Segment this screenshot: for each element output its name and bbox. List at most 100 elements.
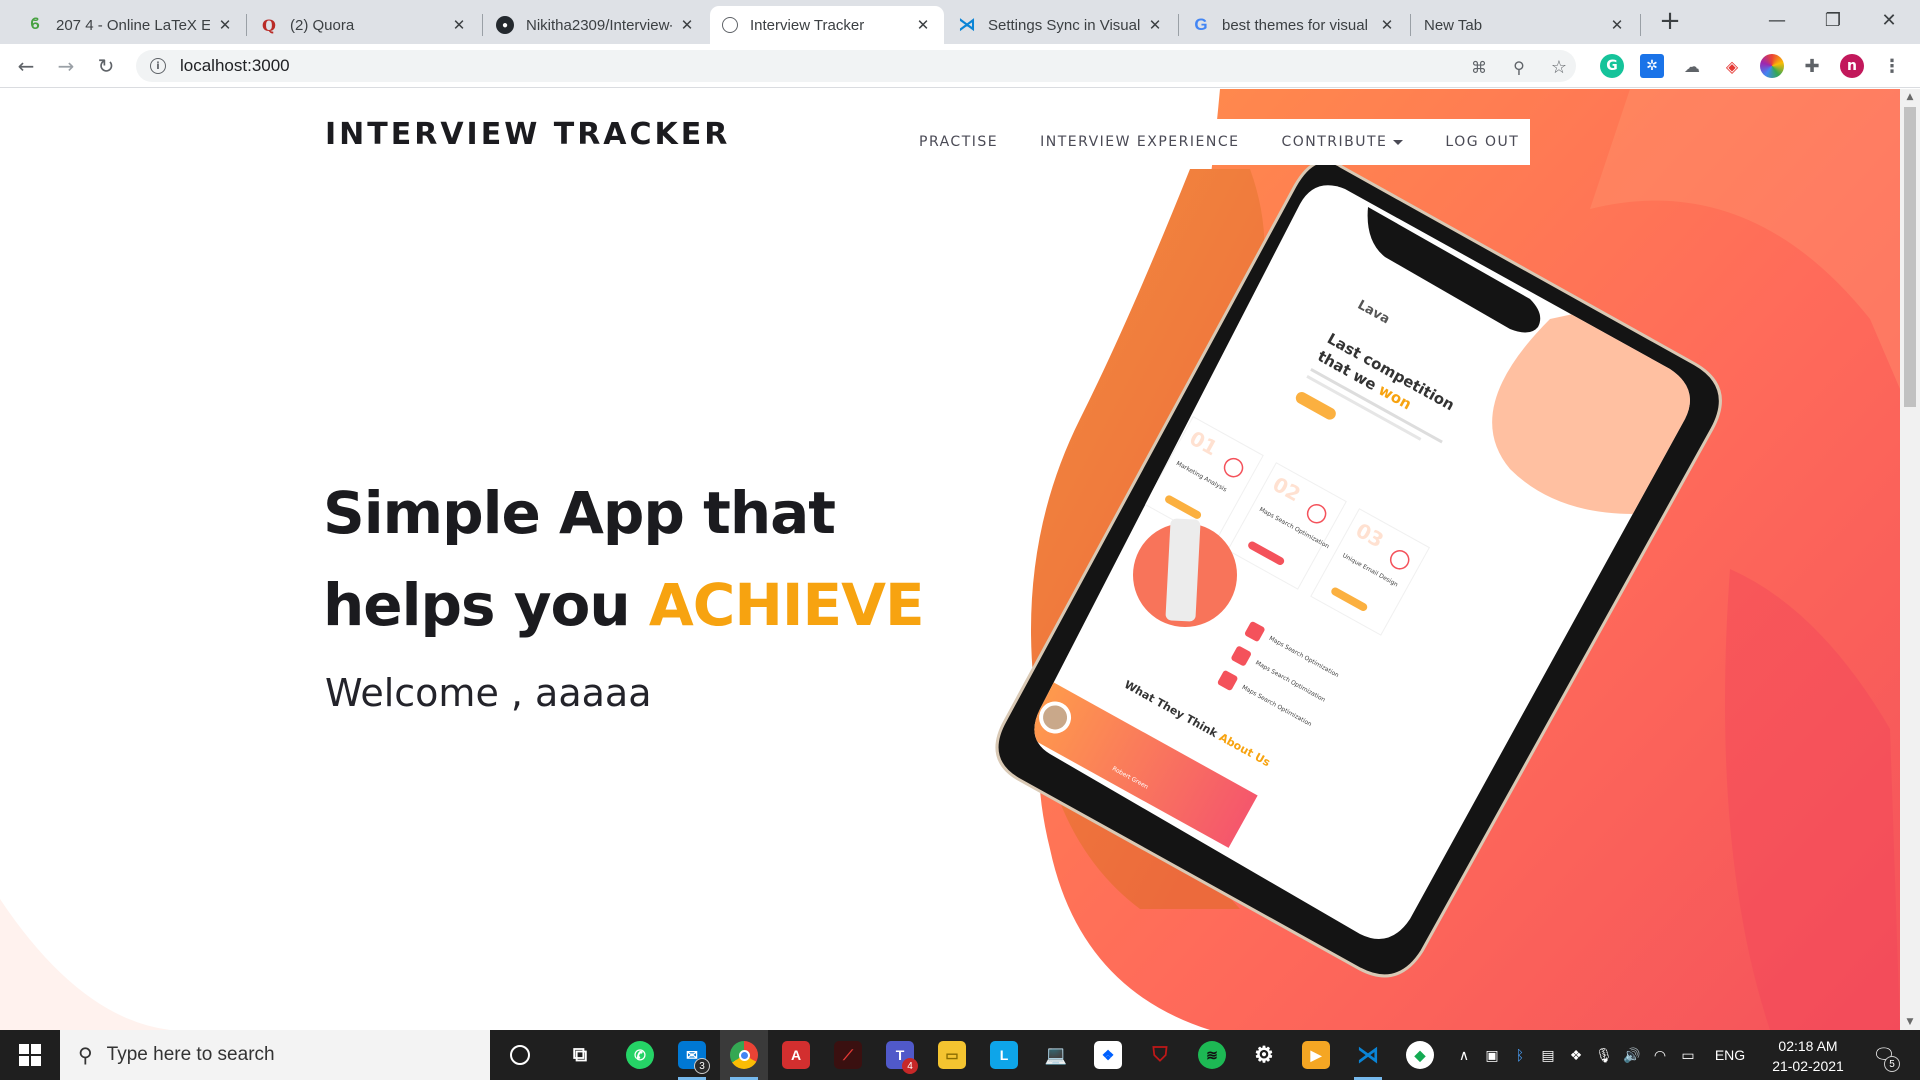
close-tab-icon[interactable]: ✕ <box>450 16 468 34</box>
bluetooth-icon[interactable]: ᛒ <box>1508 1030 1532 1080</box>
headline-line-1: Simple App that <box>323 479 836 547</box>
scrollbar-thumb[interactable] <box>1904 107 1916 407</box>
headline-prefix: helps you <box>323 571 649 639</box>
extension-puzzle-red-icon[interactable]: ◈ <box>1720 54 1744 78</box>
settings-gear-icon[interactable]: ⚙ <box>1240 1030 1288 1080</box>
whatsapp-icon[interactable]: ✆ <box>616 1030 664 1080</box>
close-tab-icon[interactable]: ✕ <box>216 16 234 34</box>
restore-icon[interactable]: ❐ <box>1810 0 1856 40</box>
site-navbar: PRACTISE INTERVIEW EXPERIENCE CONTRIBUTE… <box>898 119 1530 165</box>
hero-illustration: Lava Last competition that we won 01 02 … <box>995 89 1900 1030</box>
extension-grid-icon[interactable]: ✲ <box>1640 54 1664 78</box>
tab-separator <box>1178 14 1179 36</box>
l-app-icon[interactable]: L <box>980 1030 1028 1080</box>
welcome-message: Welcome , aaaaa <box>325 671 652 715</box>
tab-new-tab[interactable]: New Tab ✕ <box>1412 6 1638 44</box>
vscode-icon: ⋊ <box>958 15 976 34</box>
nav-log-out[interactable]: LOG OUT <box>1445 134 1519 150</box>
task-view-icon[interactable]: ⧉ <box>556 1030 604 1080</box>
notifications-icon[interactable]: 🗨 5 <box>1864 1030 1904 1080</box>
chrome-icon[interactable] <box>720 1030 768 1080</box>
language-indicator[interactable]: ENG <box>1708 1030 1752 1080</box>
close-tab-icon[interactable]: ✕ <box>678 16 696 34</box>
mail-icon[interactable]: ✉ 3 <box>668 1030 716 1080</box>
mini-phone <box>1165 518 1201 622</box>
close-window-icon[interactable]: ✕ <box>1866 0 1912 40</box>
file-explorer-icon[interactable]: ▭ <box>928 1030 976 1080</box>
mongodb-icon[interactable]: ◆ <box>1396 1030 1444 1080</box>
minimize-icon[interactable]: — <box>1754 0 1800 40</box>
battery-icon[interactable]: ▭ <box>1676 1030 1700 1080</box>
tab-separator <box>1640 14 1641 36</box>
notification-count: 5 <box>1884 1056 1900 1072</box>
wifi-icon[interactable]: ◠ <box>1648 1030 1672 1080</box>
volume-icon[interactable]: 🔊 <box>1620 1030 1644 1080</box>
tab-settings-sync[interactable]: ⋊ Settings Sync in Visual ✕ <box>946 6 1176 44</box>
clock-date: 21-02-2021 <box>1772 1058 1844 1074</box>
color-picker-icon[interactable] <box>1760 54 1784 78</box>
site-brand-logo[interactable]: INTERVIEW TRACKER <box>325 117 730 152</box>
close-tab-icon[interactable]: ✕ <box>914 16 932 34</box>
overleaf-icon: ϐ <box>30 16 40 33</box>
google-icon: G <box>1194 15 1208 34</box>
new-tab-button[interactable]: + <box>1656 6 1684 36</box>
taskbar-clock[interactable]: 02:18 AM 21-02-2021 <box>1766 1036 1850 1076</box>
page-scrollbar[interactable]: ▲ ▼ <box>1900 89 1920 1030</box>
scroll-down-icon[interactable]: ▼ <box>1900 1014 1920 1030</box>
spotify-icon[interactable]: ≋ <box>1188 1030 1236 1080</box>
headline-accent: ACHIEVE <box>648 571 925 639</box>
close-tab-icon[interactable]: ✕ <box>1378 16 1396 34</box>
tab-overleaf[interactable]: ϐ 207 4 - Online LaTeX Ed ✕ <box>14 6 246 44</box>
reload-icon[interactable]: ↻ <box>90 50 122 82</box>
tab-interview-tracker[interactable]: Interview Tracker ✕ <box>710 6 944 44</box>
address-bar[interactable]: i localhost:3000 ⌘ ⚲ ☆ <box>136 50 1576 82</box>
back-arrow-icon[interactable]: ← <box>10 50 42 82</box>
tab-separator <box>482 14 483 36</box>
profile-avatar[interactable]: n <box>1840 54 1864 78</box>
teams-badge: 4 <box>902 1058 918 1074</box>
extensions-puzzle-icon[interactable]: ✚ <box>1800 54 1824 78</box>
store-laptop-icon[interactable]: 💻 <box>1032 1030 1080 1080</box>
dropbox-tray-icon[interactable]: ❖ <box>1564 1030 1588 1080</box>
site-info-icon[interactable]: i <box>150 58 166 74</box>
tray-device-icon[interactable]: ▤ <box>1536 1030 1560 1080</box>
url-text[interactable]: localhost:3000 <box>180 56 290 76</box>
zoom-icon[interactable]: ⚲ <box>1509 57 1529 77</box>
vscode-taskbar-icon[interactable]: ⋊ <box>1344 1030 1392 1080</box>
editor-app-icon[interactable]: ⟋ <box>824 1030 872 1080</box>
media-player-icon[interactable]: ▶ <box>1292 1030 1340 1080</box>
teams-icon[interactable]: T4 <box>876 1030 924 1080</box>
quora-icon: Q <box>262 15 276 35</box>
mcafee-icon[interactable]: ⛉ <box>1136 1030 1184 1080</box>
mail-badge: 3 <box>694 1058 710 1074</box>
windows-taskbar: ⚲ Type here to search ⧉ ✆ ✉ 3 A ⟋ T4 ▭ L … <box>0 1030 1920 1080</box>
close-tab-icon[interactable]: ✕ <box>1146 16 1164 34</box>
close-tab-icon[interactable]: ✕ <box>1608 16 1626 34</box>
acrobat-icon[interactable]: A <box>772 1030 820 1080</box>
browser-toolbar: ← → ↻ i localhost:3000 ⌘ ⚲ ☆ G ✲ ☁ ◈ ✚ n… <box>0 44 1920 88</box>
nav-practise[interactable]: PRACTISE <box>919 134 998 150</box>
scroll-up-icon[interactable]: ▲ <box>1900 89 1920 105</box>
translate-icon[interactable]: ⌘ <box>1469 57 1489 77</box>
tab-github[interactable]: ● Nikitha2309/Interview- ✕ <box>484 6 708 44</box>
tray-meeting-icon[interactable]: ▣ <box>1480 1030 1504 1080</box>
tab-google-search[interactable]: G best themes for visual ✕ <box>1180 6 1408 44</box>
nav-contribute-dropdown[interactable]: CONTRIBUTE <box>1281 134 1404 150</box>
windows-start-icon[interactable] <box>0 1030 60 1080</box>
grammarly-icon[interactable]: G <box>1600 54 1624 78</box>
decorative-curve <box>0 899 170 1030</box>
nav-contribute-label: CONTRIBUTE <box>1281 134 1388 150</box>
cortana-icon[interactable] <box>496 1030 544 1080</box>
taskbar-search-box[interactable]: ⚲ Type here to search <box>60 1030 490 1080</box>
tab-quora[interactable]: Q (2) Quora ✕ <box>248 6 480 44</box>
nav-interview-experience[interactable]: INTERVIEW EXPERIENCE <box>1040 134 1239 150</box>
forward-arrow-icon[interactable]: → <box>50 50 82 82</box>
tray-chevron-icon[interactable]: ∧ <box>1452 1030 1476 1080</box>
browser-menu-icon[interactable]: ⋮ <box>1880 54 1904 78</box>
extension-cloud-icon[interactable]: ☁ <box>1680 54 1704 78</box>
dropbox-icon[interactable]: ❖ <box>1084 1030 1132 1080</box>
bookmark-star-icon[interactable]: ☆ <box>1549 57 1569 78</box>
browser-tab-strip: ϐ 207 4 - Online LaTeX Ed ✕ Q (2) Quora … <box>0 0 1920 44</box>
microphone-icon[interactable]: 🎙 <box>1592 1030 1616 1080</box>
clock-time: 02:18 AM <box>1778 1038 1838 1054</box>
